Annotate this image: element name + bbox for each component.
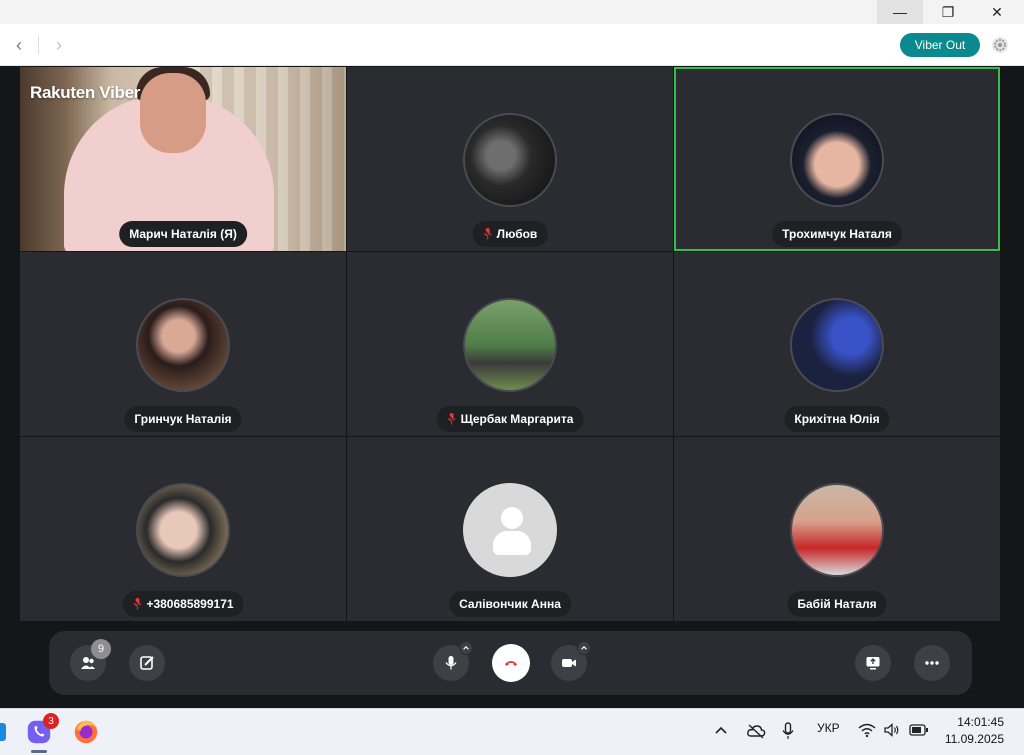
taskbar-partial-app[interactable] <box>0 717 24 747</box>
chevron-up-icon <box>463 646 469 650</box>
screen-share-button[interactable] <box>855 645 891 681</box>
viber-out-label: Viber Out <box>914 38 966 52</box>
more-dots-icon <box>925 661 939 665</box>
participant-tile-trokhymchuk[interactable]: Трохимчук Наталя <box>674 67 1000 251</box>
viber-unread-badge: 3 <box>43 713 59 729</box>
close-icon: ✕ <box>991 3 1003 20</box>
close-button[interactable]: ✕ <box>974 0 1020 24</box>
participants-count-badge: 9 <box>91 639 111 659</box>
call-area: Rakuten Viber Марич Наталія (Я) Любов Тр… <box>0 66 1024 708</box>
input-language-indicator[interactable]: УКР <box>817 721 840 735</box>
minimize-button[interactable]: — <box>877 0 923 24</box>
placeholder-body <box>493 531 531 555</box>
video-camera-icon <box>562 659 576 667</box>
app-icon <box>0 723 6 741</box>
viber-out-button[interactable]: Viber Out <box>900 33 980 57</box>
back-button[interactable]: ‹ <box>6 32 32 58</box>
more-options-button[interactable] <box>914 645 950 681</box>
participant-tile-hrynchuk[interactable]: Гринчук Наталія <box>20 252 346 436</box>
participant-tile-babiy[interactable]: Бабій Наталя <box>674 437 1000 621</box>
mic-options-caret[interactable] <box>459 641 473 655</box>
onedrive-cloud-icon[interactable] <box>746 722 766 740</box>
video-options-caret[interactable] <box>577 641 591 655</box>
participant-name-pill: Марич Наталія (Я) <box>119 221 247 247</box>
participant-avatar <box>790 298 884 392</box>
speaker-volume-icon[interactable] <box>883 722 901 738</box>
forward-button[interactable]: › <box>46 32 72 58</box>
hang-up-icon <box>505 661 517 666</box>
participant-tile-phone[interactable]: +380685899171 <box>20 437 346 621</box>
minimize-icon: — <box>893 4 907 20</box>
clock-time: 14:01:45 <box>957 715 1004 729</box>
end-call-button[interactable] <box>492 644 530 682</box>
placeholder-person-icon <box>463 483 557 577</box>
chevron-up-icon[interactable] <box>713 723 729 739</box>
participant-avatar <box>790 113 884 207</box>
restore-icon: ❐ <box>941 3 955 20</box>
participant-name-pill: Крихітна Юлія <box>784 406 890 432</box>
mic-muted-icon <box>447 413 457 425</box>
nav-divider <box>38 36 39 54</box>
maximize-button[interactable]: ❐ <box>925 0 971 24</box>
participant-name-pill: Любов <box>472 221 548 247</box>
navigation-bar: ‹ › Viber Out <box>0 24 1024 66</box>
call-controls-bar: 9 <box>49 631 972 695</box>
participant-name: Бабій Наталя <box>797 597 877 611</box>
participant-avatar <box>790 483 884 577</box>
participant-name-pill: +380685899171 <box>122 591 244 617</box>
participant-name: +380685899171 <box>146 597 234 611</box>
participant-name: Марич Наталія (Я) <box>129 227 237 241</box>
rakuten-viber-logo: Rakuten Viber <box>30 83 141 102</box>
firefox-icon <box>74 720 98 744</box>
placeholder-head <box>501 507 523 529</box>
participant-name: Трохимчук Наталя <box>782 227 892 241</box>
participant-avatar <box>136 298 230 392</box>
wifi-icon[interactable] <box>858 722 876 738</box>
participant-name: Крихітна Юлія <box>794 412 880 426</box>
viber-active-indicator <box>31 750 47 753</box>
participant-name: Любов <box>496 227 538 241</box>
participant-tile-salivonchyk[interactable]: Салівончик Анна <box>347 437 673 621</box>
screen-share-icon <box>866 657 880 670</box>
participant-name-pill: Трохимчук Наталя <box>772 221 902 247</box>
chevron-right-icon: › <box>56 34 62 55</box>
participant-name-pill: Салівончик Анна <box>449 591 571 617</box>
battery-icon[interactable] <box>909 724 929 736</box>
system-clock[interactable]: 14:01:45 11.09.2025 <box>945 714 1004 748</box>
participant-name-pill: Щербак Маргарита <box>436 406 584 432</box>
participant-name: Щербак Маргарита <box>460 412 574 426</box>
chevron-left-icon: ‹ <box>16 34 22 55</box>
window-title-bar: — ❐ ✕ <box>0 0 1024 24</box>
windows-taskbar: 3 УКР 14:01:45 11.09.2025 <box>0 708 1024 755</box>
mic-muted-icon <box>483 228 493 240</box>
taskbar-firefox[interactable] <box>71 717 101 747</box>
clock-date: 11.09.2025 <box>944 732 1004 746</box>
participants-grid: Rakuten Viber Марич Наталія (Я) Любов Тр… <box>20 67 1001 621</box>
self-video-tile[interactable]: Rakuten Viber Марич Наталія (Я) <box>20 67 346 251</box>
taskbar-viber[interactable]: 3 <box>24 713 59 747</box>
participant-name-pill: Гринчук Наталія <box>124 406 242 432</box>
participant-avatar <box>463 113 557 207</box>
participant-tile-lubov[interactable]: Любов <box>347 67 673 251</box>
participant-name-pill: Бабій Наталя <box>787 591 887 617</box>
chevron-up-icon <box>581 646 587 650</box>
microphone-tray-icon[interactable] <box>781 721 795 741</box>
participant-name: Салівончик Анна <box>459 597 561 611</box>
participant-tile-krykhitna[interactable]: Крихітна Юлія <box>674 252 1000 436</box>
edit-pencil-icon <box>140 656 154 670</box>
participant-name: Гринчук Наталія <box>134 412 232 426</box>
participant-tile-shcherbak[interactable]: Щербак Маргарита <box>347 252 673 436</box>
edit-button[interactable] <box>129 645 165 681</box>
microphone-icon <box>445 656 457 670</box>
self-face <box>140 73 206 153</box>
participant-avatar <box>136 483 230 577</box>
participant-avatar <box>463 298 557 392</box>
settings-gear-icon[interactable] <box>990 35 1010 55</box>
mic-muted-icon <box>132 598 142 610</box>
